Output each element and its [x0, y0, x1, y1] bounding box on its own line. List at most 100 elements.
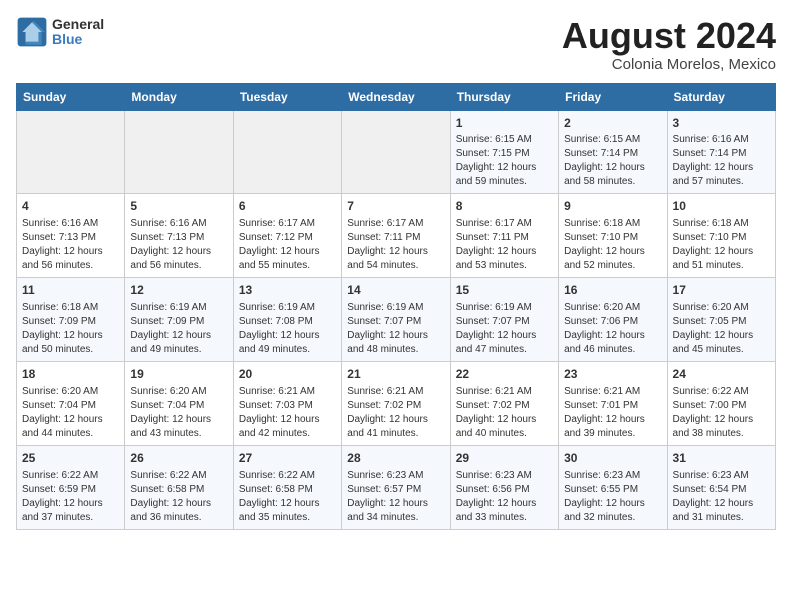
day-number: 13 [239, 282, 336, 299]
day-number: 12 [130, 282, 227, 299]
logo-line2: Blue [52, 32, 104, 47]
day-number: 2 [564, 115, 661, 132]
day-info: Sunrise: 6:19 AM Sunset: 7:07 PM Dayligh… [456, 301, 553, 357]
calendar-day-cell: 1Sunrise: 6:15 AM Sunset: 7:15 PM Daylig… [450, 110, 558, 194]
day-number: 19 [130, 366, 227, 383]
weekday-header: Friday [559, 83, 667, 110]
calendar-body: 1Sunrise: 6:15 AM Sunset: 7:15 PM Daylig… [17, 110, 776, 529]
calendar-day-cell: 19 Sunrise: 6:20 AM Sunset: 7:04 PM Dayli… [125, 361, 233, 445]
day-info: Sunrise: 6:23 AM Sunset: 6:55 PM Dayligh… [564, 469, 661, 525]
day-info: Sunrise: 6:18 AM Sunset: 7:10 PM Dayligh… [564, 217, 661, 273]
calendar-day-cell: 2Sunrise: 6:15 AM Sunset: 7:14 PM Daylig… [559, 110, 667, 194]
weekday-header: Wednesday [342, 83, 450, 110]
calendar-day-cell: 6 Sunrise: 6:17 AM Sunset: 7:12 PM Daylig… [233, 194, 341, 278]
day-number: 1 [456, 115, 553, 132]
day-info: Sunrise: 6:20 AM Sunset: 7:06 PM Dayligh… [564, 301, 661, 357]
day-info: Sunrise: 6:17 AM Sunset: 7:11 PM Dayligh… [456, 217, 553, 273]
calendar-header: SundayMondayTuesdayWednesdayThursdayFrid… [17, 83, 776, 110]
day-info: Sunrise: 6:22 AM Sunset: 6:58 PM Dayligh… [239, 469, 336, 525]
calendar-day-cell: 12 Sunrise: 6:19 AM Sunset: 7:09 PM Dayli… [125, 278, 233, 362]
calendar-day-cell: 8 Sunrise: 6:17 AM Sunset: 7:11 PM Daylig… [450, 194, 558, 278]
day-number: 28 [347, 450, 444, 467]
day-info: Sunrise: 6:17 AM Sunset: 7:11 PM Dayligh… [347, 217, 444, 273]
calendar-day-cell: 31 Sunrise: 6:23 AM Sunset: 6:54 PM Dayli… [667, 445, 775, 529]
calendar-day-cell: 22 Sunrise: 6:21 AM Sunset: 7:02 PM Dayli… [450, 361, 558, 445]
day-info: Sunrise: 6:16 AM Sunset: 7:13 PM Dayligh… [22, 217, 119, 273]
day-info: Sunrise: 6:19 AM Sunset: 7:07 PM Dayligh… [347, 301, 444, 357]
calendar-day-cell: 7 Sunrise: 6:17 AM Sunset: 7:11 PM Daylig… [342, 194, 450, 278]
calendar-day-cell: 13Sunrise: 6:19 AM Sunset: 7:08 PM Dayli… [233, 278, 341, 362]
page-header: General Blue August 2024 Colonia Morelos… [16, 16, 776, 73]
calendar-week-row: 25Sunrise: 6:22 AM Sunset: 6:59 PM Dayli… [17, 445, 776, 529]
calendar-day-cell [17, 110, 125, 194]
day-number: 24 [673, 366, 770, 383]
calendar-week-row: 11 Sunrise: 6:18 AM Sunset: 7:09 PM Dayli… [17, 278, 776, 362]
day-number: 8 [456, 198, 553, 215]
weekday-header: Sunday [17, 83, 125, 110]
weekday-header-row: SundayMondayTuesdayWednesdayThursdayFrid… [17, 83, 776, 110]
calendar-day-cell: 28 Sunrise: 6:23 AM Sunset: 6:57 PM Dayli… [342, 445, 450, 529]
day-number: 21 [347, 366, 444, 383]
calendar-day-cell: 3Sunrise: 6:16 AM Sunset: 7:14 PM Daylig… [667, 110, 775, 194]
day-info: Sunrise: 6:18 AM Sunset: 7:10 PM Dayligh… [673, 217, 770, 273]
month-year-title: August 2024 [562, 16, 776, 56]
day-info: Sunrise: 6:21 AM Sunset: 7:02 PM Dayligh… [456, 385, 553, 441]
logo: General Blue [16, 16, 104, 48]
day-number: 23 [564, 366, 661, 383]
day-info: Sunrise: 6:21 AM Sunset: 7:01 PM Dayligh… [564, 385, 661, 441]
title-block: August 2024 Colonia Morelos, Mexico [562, 16, 776, 73]
day-number: 4 [22, 198, 119, 215]
calendar-day-cell: 18 Sunrise: 6:20 AM Sunset: 7:04 PM Dayli… [17, 361, 125, 445]
day-number: 31 [673, 450, 770, 467]
day-info: Sunrise: 6:20 AM Sunset: 7:04 PM Dayligh… [22, 385, 119, 441]
calendar-day-cell: 26Sunrise: 6:22 AM Sunset: 6:58 PM Dayli… [125, 445, 233, 529]
day-number: 20 [239, 366, 336, 383]
day-number: 11 [22, 282, 119, 299]
location-subtitle: Colonia Morelos, Mexico [562, 56, 776, 73]
calendar-day-cell: 29Sunrise: 6:23 AM Sunset: 6:56 PM Dayli… [450, 445, 558, 529]
calendar-day-cell [125, 110, 233, 194]
day-number: 22 [456, 366, 553, 383]
calendar-day-cell: 14 Sunrise: 6:19 AM Sunset: 7:07 PM Dayli… [342, 278, 450, 362]
day-info: Sunrise: 6:16 AM Sunset: 7:13 PM Dayligh… [130, 217, 227, 273]
day-info: Sunrise: 6:22 AM Sunset: 6:59 PM Dayligh… [22, 469, 119, 525]
calendar-day-cell: 20 Sunrise: 6:21 AM Sunset: 7:03 PM Dayli… [233, 361, 341, 445]
day-number: 9 [564, 198, 661, 215]
day-info: Sunrise: 6:18 AM Sunset: 7:09 PM Dayligh… [22, 301, 119, 357]
day-number: 18 [22, 366, 119, 383]
weekday-header: Monday [125, 83, 233, 110]
day-number: 7 [347, 198, 444, 215]
calendar-day-cell: 15Sunrise: 6:19 AM Sunset: 7:07 PM Dayli… [450, 278, 558, 362]
day-info: Sunrise: 6:23 AM Sunset: 6:54 PM Dayligh… [673, 469, 770, 525]
calendar-day-cell: 25Sunrise: 6:22 AM Sunset: 6:59 PM Dayli… [17, 445, 125, 529]
logo-line1: General [52, 17, 104, 32]
day-info: Sunrise: 6:15 AM Sunset: 7:15 PM Dayligh… [456, 133, 553, 189]
day-info: Sunrise: 6:16 AM Sunset: 7:14 PM Dayligh… [673, 133, 770, 189]
calendar-day-cell: 9 Sunrise: 6:18 AM Sunset: 7:10 PM Daylig… [559, 194, 667, 278]
day-number: 17 [673, 282, 770, 299]
day-info: Sunrise: 6:19 AM Sunset: 7:09 PM Dayligh… [130, 301, 227, 357]
calendar-week-row: 4 Sunrise: 6:16 AM Sunset: 7:13 PM Daylig… [17, 194, 776, 278]
day-info: Sunrise: 6:22 AM Sunset: 6:58 PM Dayligh… [130, 469, 227, 525]
calendar-day-cell: 5Sunrise: 6:16 AM Sunset: 7:13 PM Daylig… [125, 194, 233, 278]
calendar-day-cell: 10 Sunrise: 6:18 AM Sunset: 7:10 PM Dayli… [667, 194, 775, 278]
day-info: Sunrise: 6:17 AM Sunset: 7:12 PM Dayligh… [239, 217, 336, 273]
weekday-header: Thursday [450, 83, 558, 110]
calendar-week-row: 1Sunrise: 6:15 AM Sunset: 7:15 PM Daylig… [17, 110, 776, 194]
day-info: Sunrise: 6:15 AM Sunset: 7:14 PM Dayligh… [564, 133, 661, 189]
day-number: 14 [347, 282, 444, 299]
day-info: Sunrise: 6:23 AM Sunset: 6:57 PM Dayligh… [347, 469, 444, 525]
calendar-day-cell: 24Sunrise: 6:22 AM Sunset: 7:00 PM Dayli… [667, 361, 775, 445]
day-info: Sunrise: 6:20 AM Sunset: 7:04 PM Dayligh… [130, 385, 227, 441]
weekday-header: Tuesday [233, 83, 341, 110]
day-number: 10 [673, 198, 770, 215]
day-number: 6 [239, 198, 336, 215]
calendar-day-cell [342, 110, 450, 194]
day-number: 27 [239, 450, 336, 467]
calendar-day-cell: 16Sunrise: 6:20 AM Sunset: 7:06 PM Dayli… [559, 278, 667, 362]
day-info: Sunrise: 6:21 AM Sunset: 7:03 PM Dayligh… [239, 385, 336, 441]
calendar-day-cell: 17Sunrise: 6:20 AM Sunset: 7:05 PM Dayli… [667, 278, 775, 362]
day-info: Sunrise: 6:23 AM Sunset: 6:56 PM Dayligh… [456, 469, 553, 525]
calendar-day-cell: 30Sunrise: 6:23 AM Sunset: 6:55 PM Dayli… [559, 445, 667, 529]
calendar-day-cell: 4 Sunrise: 6:16 AM Sunset: 7:13 PM Daylig… [17, 194, 125, 278]
